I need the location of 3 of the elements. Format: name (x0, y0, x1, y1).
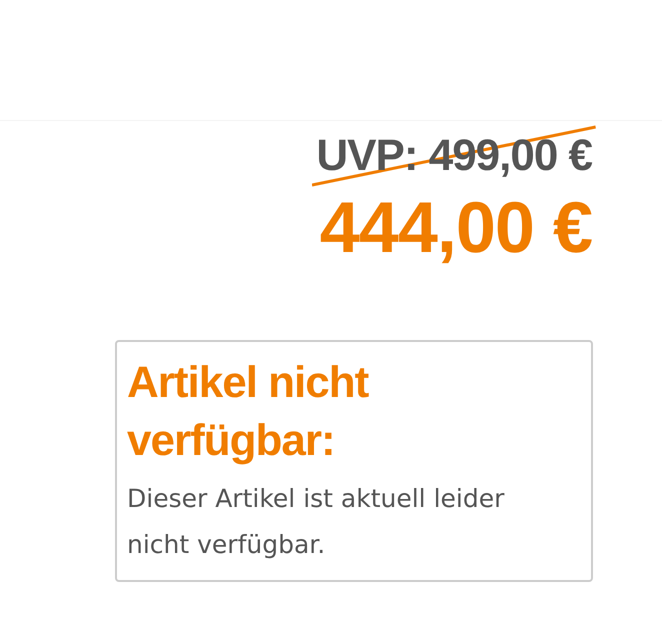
notice-text: Dieser Artikel ist aktuell leider nicht verfügbar. (127, 483, 506, 561)
price: 444,00 € (320, 187, 592, 270)
notice-title: Artikel nicht verfügbar: (127, 357, 370, 467)
